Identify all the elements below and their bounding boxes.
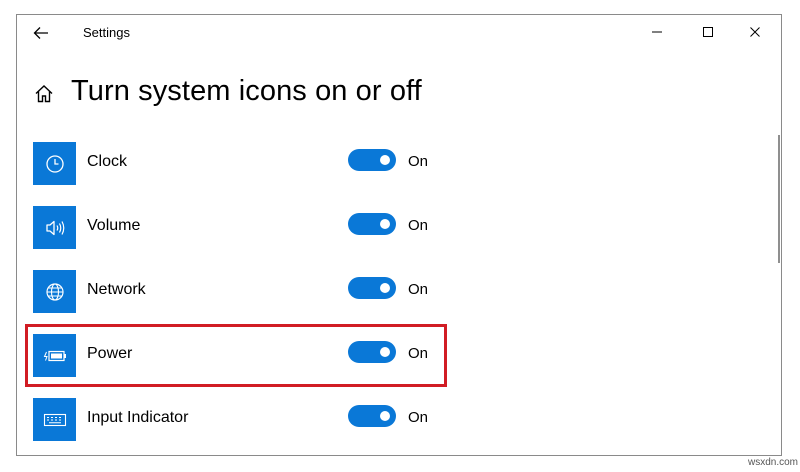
- settings-window: Settings Turn system icons on or off Clo…: [16, 14, 782, 456]
- toggle-state-text: On: [408, 281, 429, 298]
- clock-toggle[interactable]: [348, 149, 396, 171]
- setting-label: Clock: [87, 153, 128, 170]
- setting-label: Input Indicator: [87, 409, 189, 426]
- toggle-knob: [380, 155, 390, 165]
- scrollbar-thumb[interactable]: [778, 135, 780, 263]
- close-button[interactable]: [733, 15, 777, 49]
- toggle-knob: [380, 219, 390, 229]
- toggle-knob: [380, 411, 390, 421]
- volume-tile: [33, 206, 76, 249]
- minimize-button[interactable]: [635, 15, 679, 49]
- setting-label: Network: [87, 281, 146, 298]
- input-indicator-toggle[interactable]: [348, 405, 396, 427]
- volume-icon: [45, 220, 64, 235]
- keyboard-icon: [43, 413, 66, 426]
- back-button[interactable]: [25, 19, 57, 47]
- minimize-icon: [652, 31, 662, 33]
- page-title: Turn system icons on or off: [71, 75, 422, 107]
- network-globe-icon: [45, 282, 64, 301]
- setting-row-network: Network On: [33, 270, 463, 314]
- toggle-state-text: On: [408, 409, 429, 426]
- clock-tile: [33, 142, 76, 185]
- setting-label: Volume: [87, 217, 141, 234]
- home-icon[interactable]: [33, 83, 55, 105]
- setting-row-clock: Clock On: [33, 142, 463, 186]
- title-bar: Settings: [17, 15, 781, 51]
- toggle-state-text: On: [408, 217, 429, 234]
- toggle-knob: [380, 283, 390, 293]
- setting-row-volume: Volume On: [33, 206, 463, 250]
- close-icon: [750, 27, 760, 37]
- toggle-state-text: On: [408, 153, 429, 170]
- maximize-button[interactable]: [686, 15, 730, 49]
- volume-toggle[interactable]: [348, 213, 396, 235]
- back-arrow-icon: [33, 27, 48, 39]
- input-indicator-tile: [33, 398, 76, 441]
- window-title: Settings: [83, 25, 130, 40]
- watermark-text: wsxdn.com: [748, 457, 799, 468]
- clock-icon: [45, 154, 64, 173]
- network-tile: [33, 270, 76, 313]
- maximize-icon: [703, 27, 713, 37]
- highlight-box: [25, 324, 447, 387]
- network-toggle[interactable]: [348, 277, 396, 299]
- setting-row-input-indicator: Input Indicator On: [33, 398, 463, 442]
